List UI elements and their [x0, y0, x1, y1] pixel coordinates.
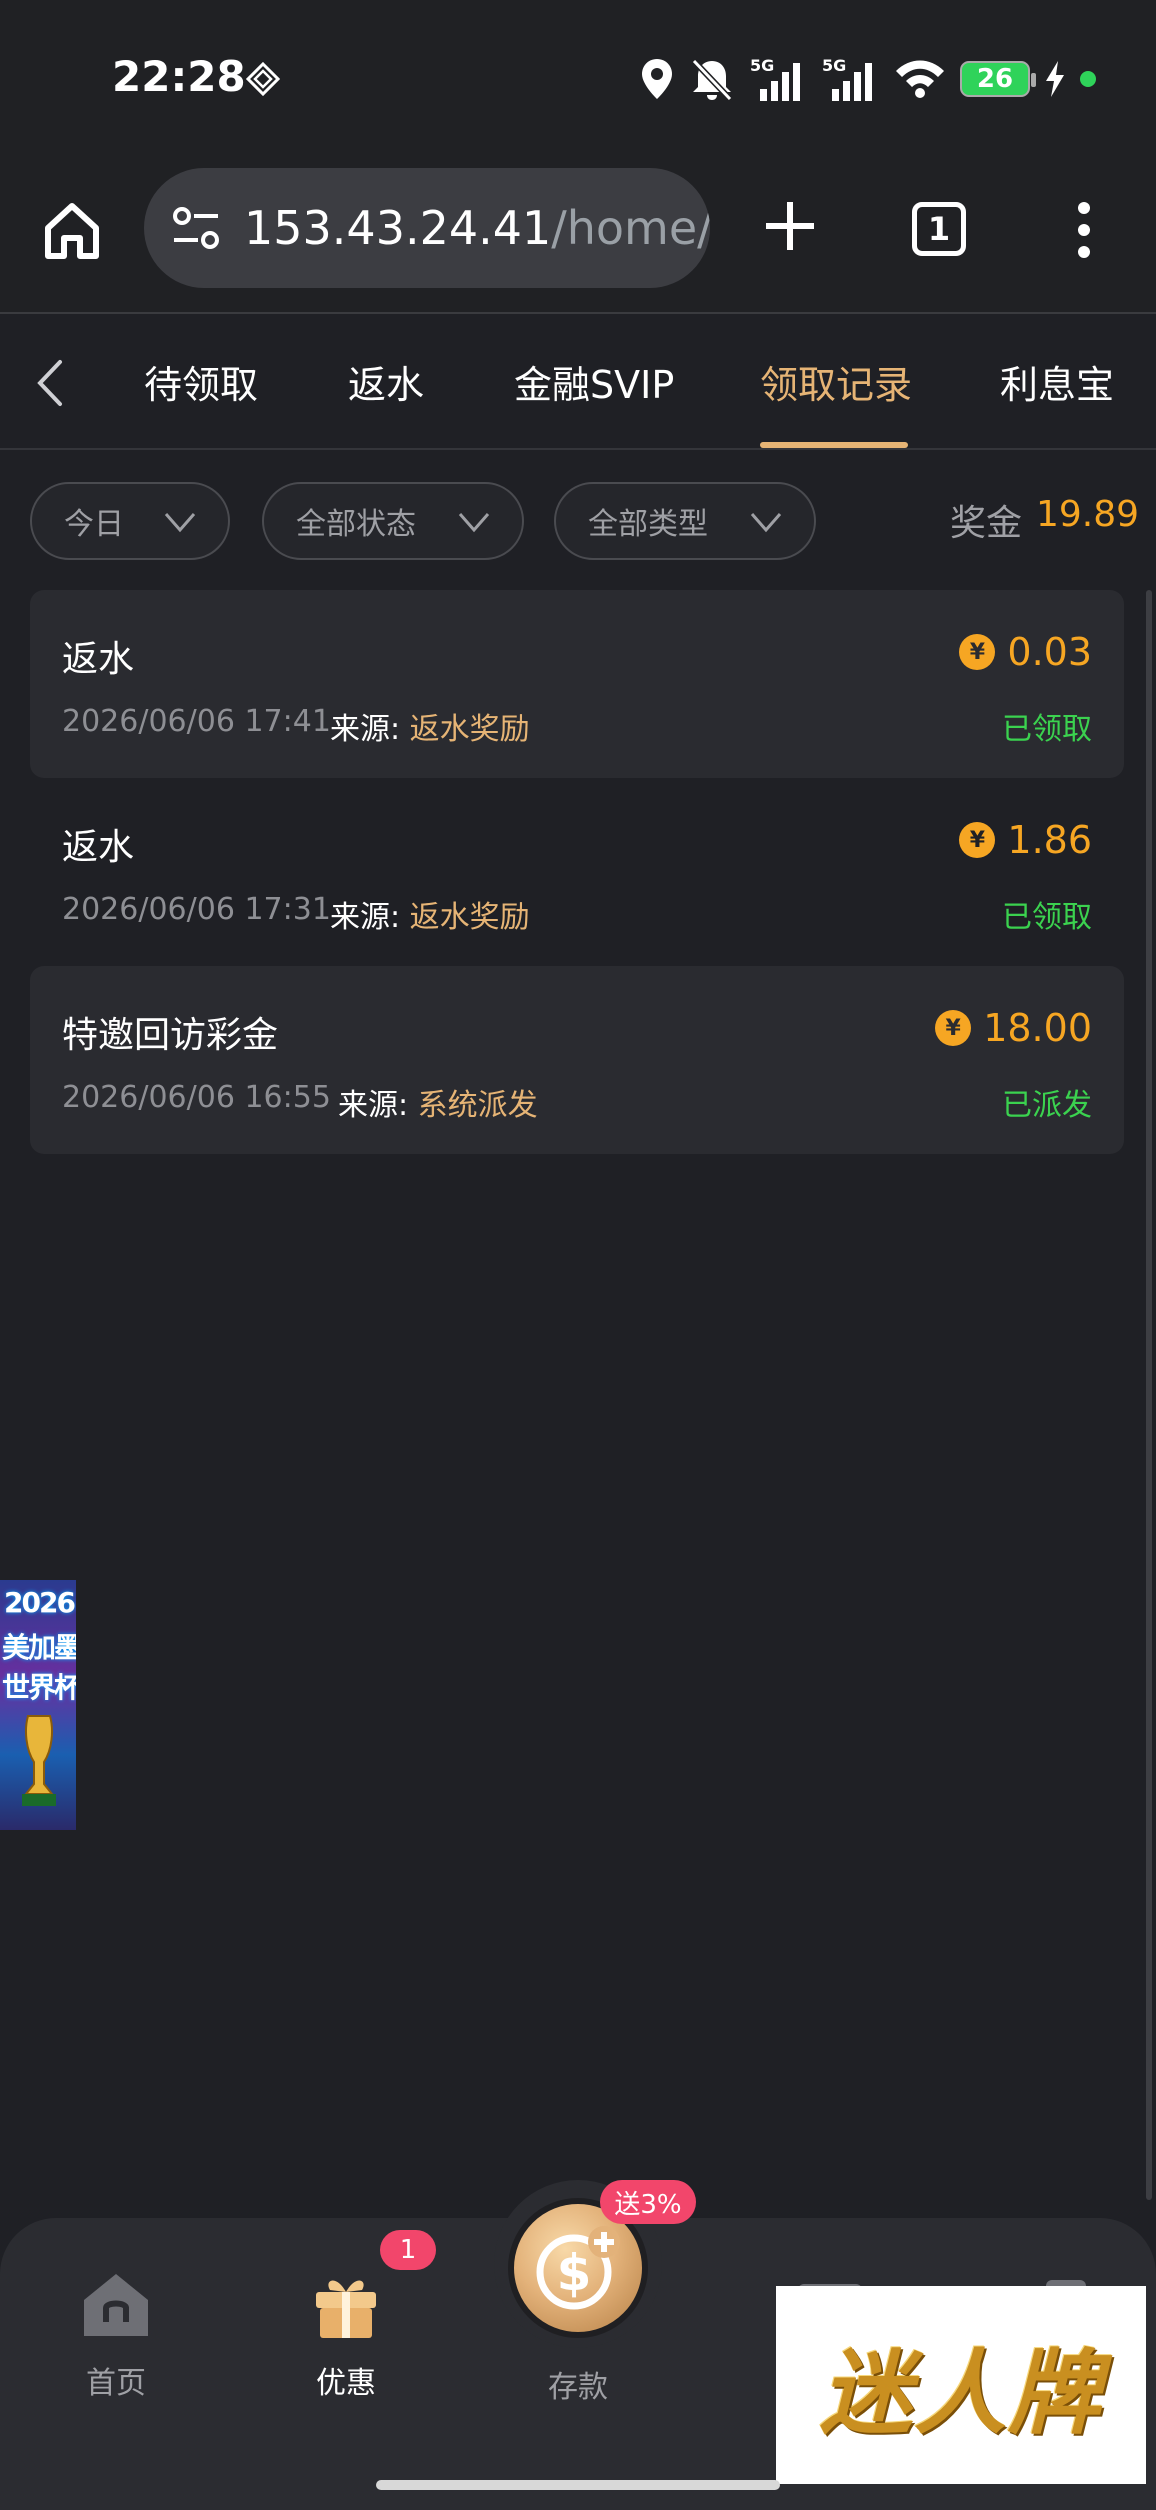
record-title: 特邀回访彩金 [62, 1015, 279, 1056]
record-source-value: 返水奖励 [409, 900, 530, 935]
svg-text:5G: 5G [750, 56, 774, 75]
record-source-label: 来源: [330, 712, 401, 747]
record-amount: ¥ 0.03 [959, 630, 1092, 674]
record-amount-value: 1.86 [1007, 818, 1092, 862]
scrollbar[interactable] [1146, 590, 1152, 2200]
record-status: 已领取 [1002, 712, 1092, 747]
watermark-logo: 迷人牌 [776, 2286, 1146, 2484]
svg-text:$: $ [557, 2244, 592, 2302]
record-source: 来源: 系统派发 [338, 1080, 538, 1124]
record-source-value: 系统派发 [417, 1088, 538, 1123]
trophy-icon [22, 1715, 56, 1806]
home-nav-icon [84, 2274, 148, 2336]
record-title: 返水 [62, 827, 135, 868]
active-tab-indicator [760, 442, 908, 448]
nav-home-label: 首页 [86, 2366, 146, 2401]
privacy-indicator-dot [1080, 71, 1096, 87]
chevron-down-icon [458, 513, 490, 533]
coin-icon: ¥ [935, 1010, 972, 1046]
record-amount-value: 18.00 [983, 1006, 1092, 1050]
back-arrow-icon[interactable] [30, 358, 70, 408]
nav-promo-label: 优惠 [316, 2366, 376, 2401]
banner-event-text: 世界杯 [2, 1671, 76, 1704]
record-source: 来源: 返水奖励 [330, 892, 530, 936]
tab-pending[interactable]: 待领取 [144, 354, 258, 409]
gift-icon [316, 2280, 376, 2338]
tab-interest[interactable]: 利息宝 [1000, 354, 1114, 409]
record-source-label: 来源: [338, 1088, 409, 1123]
bonus-total-value: 19.89 [1036, 494, 1140, 535]
record-item[interactable]: 返水 ¥ 0.03 2026/06/06 17:41 来源: 返水奖励 已领取 [30, 590, 1124, 778]
record-amount-value: 0.03 [1007, 630, 1092, 674]
chevron-down-icon [750, 513, 782, 533]
watermark-text: 迷人牌 [819, 2338, 1102, 2447]
url-bar[interactable]: 153.43.24.41/home/re [144, 168, 710, 288]
battery-icon: 26 [960, 61, 1036, 97]
record-time: 2026/06/06 17:41 [62, 704, 331, 739]
url-path: /home/re [551, 201, 710, 255]
banner-year: 2026 [4, 1586, 76, 1619]
promo-count-badge: 1 [380, 2230, 436, 2270]
record-time: 2026/06/06 16:55 [62, 1080, 331, 1115]
wifi-icon [896, 60, 944, 98]
mute-icon [691, 58, 733, 101]
status-bar: 22:28 5G 5G 26 [0, 0, 1156, 160]
tab-finance-svip[interactable]: 金融SVIP [514, 354, 674, 409]
location-icon [642, 59, 672, 99]
tab-rebate[interactable]: 返水 [348, 354, 424, 409]
type-filter-value: 全部类型 [588, 507, 708, 542]
tab-claim-records[interactable]: 领取记录 [760, 354, 912, 409]
tab-switcher-button[interactable]: 1 [912, 202, 966, 256]
bonus-total-label: 奖金 [950, 503, 1023, 544]
status-filter-dropdown[interactable]: 全部状态 [262, 482, 524, 560]
status-filter-value: 全部状态 [296, 507, 416, 542]
svg-text:5G: 5G [822, 56, 846, 75]
tab-count: 1 [927, 210, 951, 248]
record-item[interactable]: 特邀回访彩金 ¥ 18.00 2026/06/06 16:55 来源: 系统派发… [30, 966, 1124, 1154]
record-time: 2026/06/06 17:31 [62, 892, 331, 927]
signal-5g-icon: 5G [822, 56, 872, 101]
gesture-home-indicator [376, 2480, 780, 2490]
charging-icon [1046, 61, 1064, 97]
url-text[interactable]: 153.43.24.41/home/re [244, 201, 710, 255]
home-icon[interactable] [40, 198, 104, 262]
coin-icon: ¥ [959, 634, 996, 670]
nav-home[interactable]: 首页 [26, 2218, 206, 2418]
status-icons: 5G 5G 26 [640, 54, 1096, 104]
date-filter-dropdown[interactable]: 今日 [30, 482, 230, 560]
battery-level: 26 [976, 64, 1014, 94]
site-settings-icon[interactable] [170, 202, 222, 254]
date-filter-value: 今日 [64, 507, 124, 542]
record-amount: ¥ 18.00 [935, 1006, 1092, 1050]
coin-icon: ¥ [959, 822, 996, 858]
record-title: 返水 [62, 639, 135, 680]
url-host: 153.43.24.41 [244, 201, 552, 255]
record-item[interactable]: 返水 ¥ 1.86 2026/06/06 17:31 来源: 返水奖励 已领取 [30, 778, 1124, 966]
new-tab-icon[interactable] [760, 196, 820, 256]
record-status: 已派发 [1002, 1088, 1092, 1123]
record-source: 来源: 返水奖励 [330, 704, 530, 748]
record-source-value: 返水奖励 [409, 712, 530, 747]
record-amount: ¥ 1.86 [959, 818, 1092, 862]
dollar-plus-icon: $ [536, 2226, 620, 2310]
clock: 22:28 [112, 52, 246, 101]
record-source-label: 来源: [330, 900, 401, 935]
world-cup-floating-banner[interactable]: 2026 美加墨 世界杯 [0, 1580, 76, 1830]
record-status: 已领取 [1002, 900, 1092, 935]
browser-toolbar: 153.43.24.41/home/re 1 [0, 160, 1156, 314]
banner-host-text: 美加墨 [2, 1631, 76, 1664]
diamond-icon [246, 62, 280, 96]
more-options-icon[interactable] [1070, 200, 1098, 260]
deposit-promo-badge: 送3% [600, 2180, 696, 2224]
nav-deposit-label: 存款 [548, 2370, 608, 2405]
chevron-down-icon [164, 513, 196, 533]
category-tab-bar: 待领取 返水 金融SVIP 领取记录 利息宝 [0, 314, 1156, 450]
type-filter-dropdown[interactable]: 全部类型 [554, 482, 816, 560]
signal-5g-icon: 5G [750, 56, 800, 101]
